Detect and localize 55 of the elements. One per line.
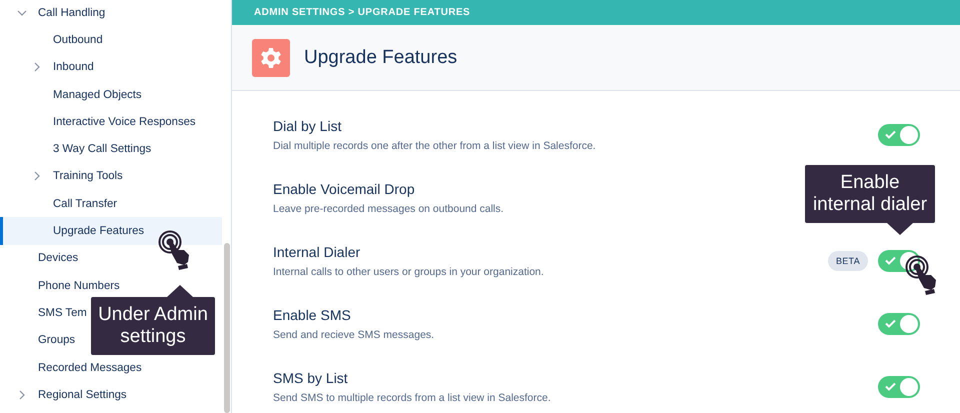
page-title: Upgrade Features xyxy=(304,46,458,68)
chevron-right-icon[interactable] xyxy=(18,390,26,400)
nav-item[interactable]: Training Tools xyxy=(0,162,222,190)
nav-label[interactable]: Training Tools xyxy=(53,170,123,182)
nav-label[interactable]: Inbound xyxy=(53,61,94,74)
feature-title: Enable Voicemail Drop xyxy=(273,180,415,196)
nav-label[interactable]: Outbound xyxy=(53,34,103,46)
beta-badge: BETA xyxy=(828,250,868,270)
toggle-switch[interactable] xyxy=(878,376,920,398)
feature-title: Internal Dialer xyxy=(273,244,360,260)
checkmark-icon xyxy=(885,382,896,391)
tooltip-text: Under Admin settings xyxy=(98,304,208,347)
nav-item[interactable]: Upgrade Features xyxy=(0,217,222,245)
nav-label[interactable]: 3 Way Call Settings xyxy=(53,143,152,156)
feature-description: Send and recieve SMS messages. xyxy=(273,328,434,340)
chevron-down-icon[interactable] xyxy=(17,8,27,17)
nav-label[interactable]: Regional Settings xyxy=(38,388,127,401)
nav-item[interactable]: Call Handling xyxy=(0,0,222,26)
nav-label[interactable]: Devices xyxy=(38,252,78,264)
nav-label[interactable]: Phone Numbers xyxy=(38,280,120,292)
tooltip-text: Enable internal dialer xyxy=(812,172,928,215)
nav-label[interactable]: Call Transfer xyxy=(53,198,118,210)
feature-title: SMS by List xyxy=(273,370,348,386)
nav-item[interactable]: Regional Settings xyxy=(0,381,222,408)
nav-item[interactable]: Devices xyxy=(0,244,222,272)
checkmark-icon xyxy=(885,319,896,328)
feature-description: Dial multiple records one after the other from a list view in Salesforce. xyxy=(273,140,596,152)
nav-item[interactable]: Interactive Voice Responses xyxy=(0,108,222,136)
nav-item[interactable]: Managed Objects xyxy=(0,80,222,108)
checkmark-icon xyxy=(885,130,896,139)
nav-item[interactable]: Call Transfer xyxy=(0,190,222,218)
feature-description: Internal calls to other users or groups in your organization. xyxy=(273,266,544,278)
feature-title: Dial by List xyxy=(273,118,342,134)
nav-label[interactable]: Groups xyxy=(38,334,76,346)
checkmark-icon xyxy=(885,256,896,265)
nav-label[interactable]: Call Handling xyxy=(38,6,106,19)
nav-item[interactable]: Recorded Messages xyxy=(0,354,222,382)
nav-item[interactable]: Inbound xyxy=(0,54,222,81)
nav-label[interactable]: Upgrade Features xyxy=(53,225,144,238)
nav-label[interactable]: Recorded Messages xyxy=(38,362,142,374)
nav-item[interactable]: Phone Numbers xyxy=(0,272,222,300)
nav-item[interactable]: 3 Way Call Settings xyxy=(0,135,222,163)
nav-label[interactable]: Managed Objects xyxy=(53,88,142,101)
feature-description: Send SMS to multiple records from a list view in Salesforce. xyxy=(273,392,551,404)
nav-label[interactable]: Interactive Voice Responses xyxy=(53,116,196,128)
chevron-right-icon[interactable] xyxy=(33,171,41,182)
toggle-switch[interactable] xyxy=(878,124,920,146)
nav-item[interactable]: Outbound xyxy=(0,26,222,54)
gear-icon xyxy=(252,38,290,76)
toggle-switch[interactable] xyxy=(878,312,920,334)
scrollbar[interactable] xyxy=(224,243,230,413)
feature-description: Leave pre-recorded messages on outbound calls. xyxy=(273,202,504,214)
nav-label[interactable]: SMS Tem xyxy=(38,306,87,319)
feature-title: Enable SMS xyxy=(273,306,351,322)
chevron-right-icon[interactable] xyxy=(33,62,41,72)
